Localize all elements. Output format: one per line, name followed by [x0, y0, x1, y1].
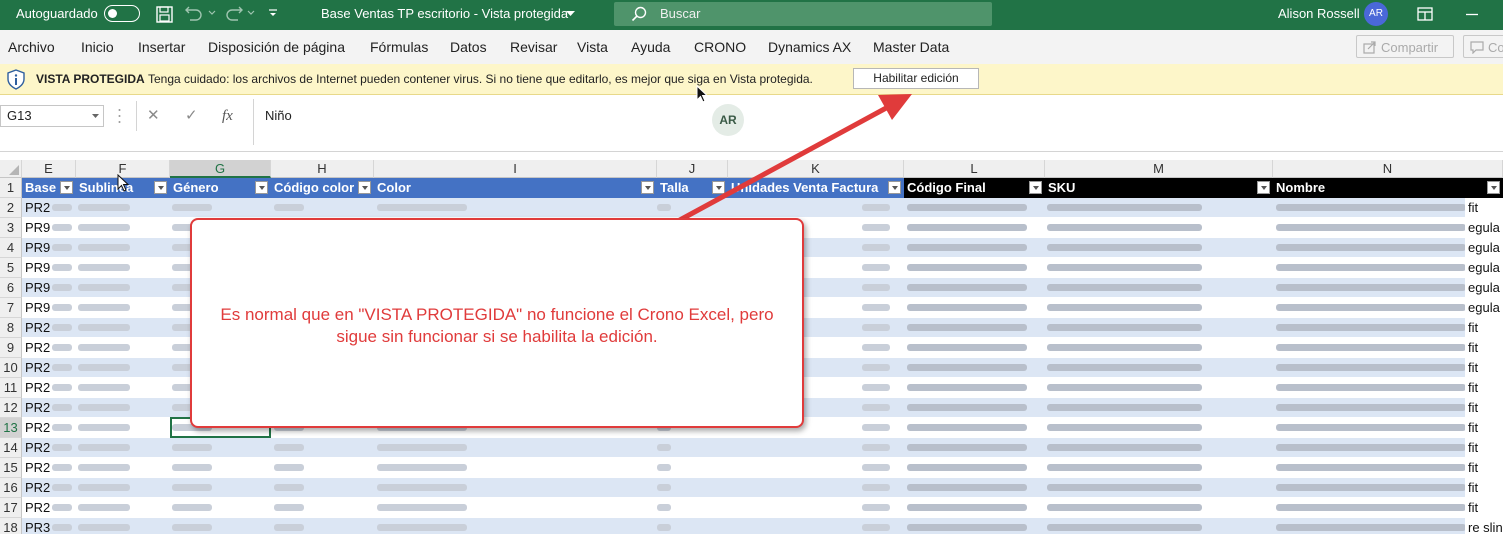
callout-text: Es normal que en "VISTA PROTEGIDA" no fu…	[220, 305, 774, 346]
mouse-cursor-icon	[696, 85, 708, 103]
annotation-callout: Es normal que en "VISTA PROTEGIDA" no fu…	[190, 218, 804, 428]
pointer-cursor-icon	[117, 174, 129, 192]
